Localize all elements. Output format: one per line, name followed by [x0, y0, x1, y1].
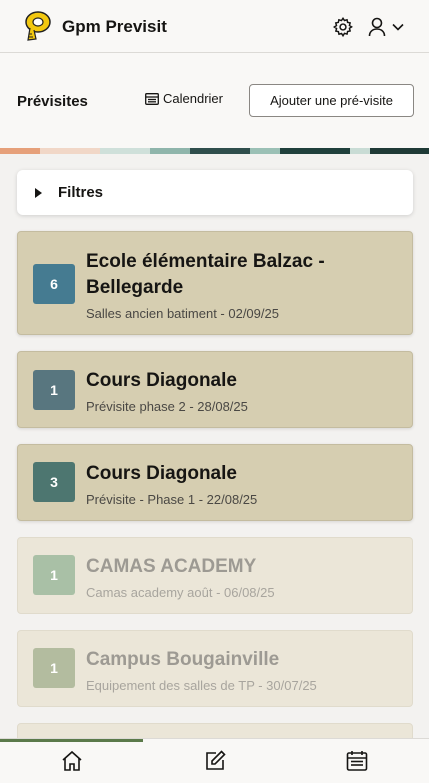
- nav-active-indicator: [0, 739, 143, 742]
- card-title: Cours Diagonale: [86, 370, 237, 391]
- previsit-card[interactable]: 3 Cours Diagonale Prévisite - Phase 1 - …: [17, 444, 413, 521]
- home-icon[interactable]: [60, 749, 84, 773]
- card-subtitle: Prévisite - Phase 1 - 22/08/25: [86, 492, 258, 507]
- card-title: Cours Diagonale: [86, 463, 237, 484]
- count-badge: 1: [33, 555, 75, 595]
- chevron-down-icon: [392, 23, 404, 31]
- card-subtitle: Prévisite phase 2 - 28/08/25: [86, 399, 248, 414]
- card-subtitle: Equipement des salles de TP - 30/07/25: [86, 678, 317, 693]
- edit-icon[interactable]: [203, 749, 227, 773]
- card-subtitle: Salles ancien batiment - 02/09/25: [86, 306, 279, 321]
- count-badge: 6: [33, 264, 75, 304]
- decorative-banner: [0, 148, 429, 154]
- user-menu-button[interactable]: [368, 16, 408, 38]
- filters-toggle[interactable]: Filtres: [17, 170, 413, 215]
- calendar-icon[interactable]: [345, 749, 369, 773]
- page-title: Prévisites: [17, 93, 88, 110]
- bottom-nav: [0, 738, 429, 783]
- measuring-tape-logo-icon: [25, 11, 51, 41]
- count-badge: 1: [33, 370, 75, 410]
- add-previsit-button[interactable]: Ajouter une pré-visite: [249, 84, 414, 117]
- card-title: CAMAS ACADEMY: [86, 556, 257, 577]
- app-title: Gpm Previsit: [62, 17, 167, 36]
- count-badge: 1: [33, 648, 75, 688]
- calendar-icon: [145, 92, 159, 105]
- calendar-label: Calendrier: [163, 91, 223, 106]
- count-badge: 3: [33, 462, 75, 502]
- filters-label: Filtres: [58, 184, 104, 201]
- app-header: Gpm Previsit: [0, 0, 429, 53]
- previsit-card[interactable]: 6 Ecole élémentaire Balzac - Bellegarde …: [17, 231, 413, 335]
- card-title: Campus Bougainville: [86, 649, 280, 670]
- gear-icon[interactable]: [332, 16, 354, 38]
- previsit-card[interactable]: 1 Cours Diagonale Prévisite phase 2 - 28…: [17, 351, 413, 428]
- card-title: Ecole élémentaire Balzac - Bellegarde: [86, 251, 325, 298]
- card-subtitle: Camas academy août - 06/08/25: [86, 585, 275, 600]
- calendar-button[interactable]: Calendrier: [145, 91, 223, 106]
- previsit-card[interactable]: 1 CAMAS ACADEMY Camas academy août - 06/…: [17, 537, 413, 614]
- previsit-card[interactable]: 1 Campus Bougainville Equipement des sal…: [17, 630, 413, 707]
- caret-right-icon: [35, 187, 42, 198]
- user-icon: [368, 17, 386, 37]
